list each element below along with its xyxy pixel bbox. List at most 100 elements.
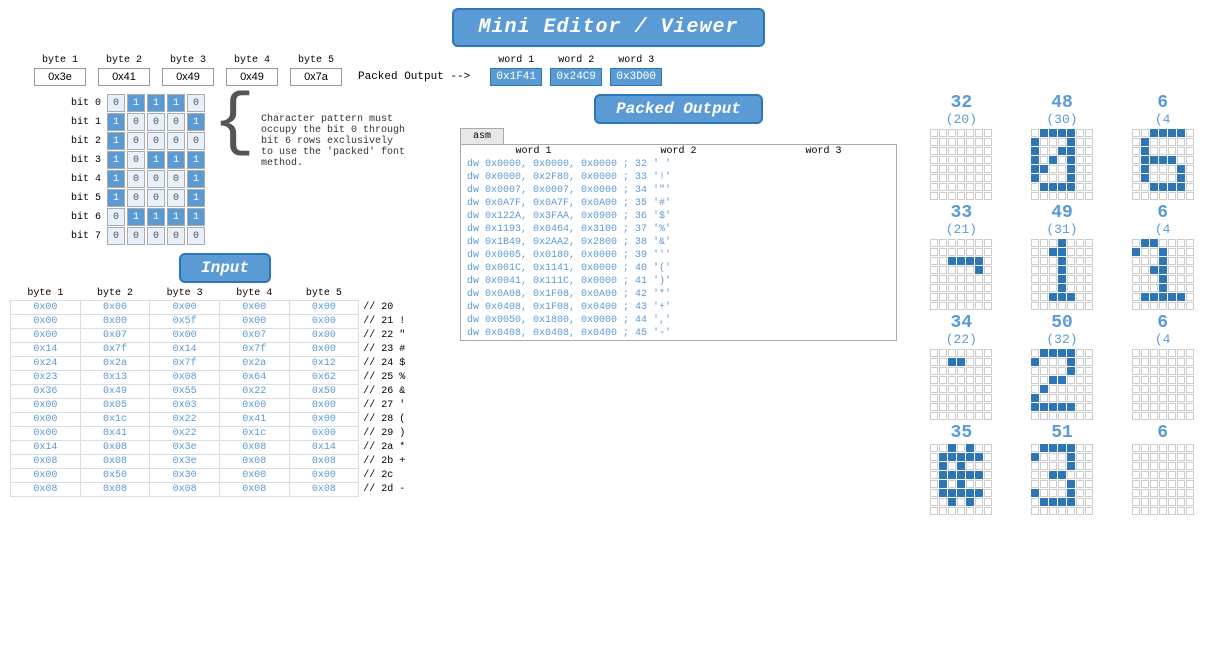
pixel-c10-r4-p0: [1031, 480, 1039, 488]
pixel-c1-r0-p0: [1031, 129, 1039, 137]
pixel-c10-r5-p0: [1031, 489, 1039, 497]
pixel-c0-r1-p4: [966, 138, 974, 146]
pixel-c5-r0-p3: [1159, 239, 1167, 247]
pixel-c8-r0-p1: [1141, 349, 1149, 357]
pixel-c10-r7-p6: [1085, 507, 1093, 515]
pixel-c5-r7-p0: [1132, 302, 1140, 310]
pixel-c8-r5-p5: [1177, 394, 1185, 402]
pixel-c6-r2-p0: [930, 367, 938, 375]
packed-table-row-8: dw 0x001C, 0x1141, 0x0000 ; 40 '(': [461, 262, 896, 275]
pixel-c10-r4-p2: [1049, 480, 1057, 488]
pixel-c10-r1-p2: [1049, 453, 1057, 461]
pixel-c6-r6-p6: [984, 403, 992, 411]
pixel-c2-r5-p6: [1186, 174, 1194, 182]
pixel-c5-r3-p3: [1159, 266, 1167, 274]
pixel-c5-r1-p5: [1177, 248, 1185, 256]
pixel-c8-r4-p0: [1132, 385, 1140, 393]
pixel-c4-r4-p4: [1067, 275, 1075, 283]
pixel-c7-r5-p1: [1040, 394, 1048, 402]
input-cell-r6-c1: 0x49: [80, 385, 150, 399]
input-table-row-8: 0x000x1c0x220x410x00// 28 (: [11, 413, 440, 427]
pixel-c10-r5-p2: [1049, 489, 1057, 497]
char-num-10: 51: [1051, 424, 1073, 442]
pixel-c1-r4-p4: [1067, 165, 1075, 173]
pixel-c1-r7-p4: [1067, 192, 1075, 200]
pixel-c1-r1-p3: [1058, 138, 1066, 146]
pixel-c10-r7-p4: [1067, 507, 1075, 515]
pixel-c3-r2-p3: [957, 257, 965, 265]
pixel-c2-r4-p3: [1159, 165, 1167, 173]
input-cell-r1-c1: 0x00: [80, 315, 150, 329]
pixel-c7-r5-p2: [1049, 394, 1057, 402]
pixel-c3-r7-p1: [939, 302, 947, 310]
pixel-c10-r5-p6: [1085, 489, 1093, 497]
pixel-c1-r2-p6: [1085, 147, 1093, 155]
input-cell-r4-c1: 0x2a: [80, 357, 150, 371]
bit-row-label-6: bit 6: [70, 212, 105, 223]
byte-input-1[interactable]: [34, 68, 86, 86]
input-comment-11: // 2b +: [359, 455, 440, 469]
byte-input-2[interactable]: [98, 68, 150, 86]
pixel-c0-r1-p2: [948, 138, 956, 146]
pixel-c4-r0-p3: [1058, 239, 1066, 247]
pixel-c4-r3-p2: [1049, 266, 1057, 274]
pixel-c4-r0-p1: [1040, 239, 1048, 247]
packed-cell-6: dw 0x1B49, 0x2AA2, 0x2800 ; 38 '&': [461, 236, 896, 249]
pixel-c9-r5-p4: [966, 489, 974, 497]
pixel-c0-r7-p4: [966, 192, 974, 200]
pixel-c9-r0-p1: [939, 444, 947, 452]
byte-input-3[interactable]: [162, 68, 214, 86]
bit-cell-r7-c1: 0: [127, 227, 145, 245]
pixel-c6-r7-p1: [939, 412, 947, 420]
right-panel: Packed Output asm word 1 word 2 word 3 d…: [450, 90, 907, 645]
input-cell-r8-c3: 0x41: [219, 413, 289, 427]
pixel-c3-r2-p1: [939, 257, 947, 265]
char-num-7: 50: [1051, 314, 1073, 332]
bit-cell-r6-c4: 1: [187, 208, 205, 226]
pixel-c7-r0-p3: [1058, 349, 1066, 357]
packed-table-row-5: dw 0x1193, 0x0464, 0x3100 ; 37 '%': [461, 223, 896, 236]
pixel-c11-r0-p1: [1141, 444, 1149, 452]
pixel-c1-r7-p3: [1058, 192, 1066, 200]
byte-input-5[interactable]: [290, 68, 342, 86]
pixel-c10-r1-p1: [1040, 453, 1048, 461]
pixel-c9-r6-p3: [957, 498, 965, 506]
pixel-c3-r5-p4: [966, 284, 974, 292]
pixel-c5-r5-p4: [1168, 284, 1176, 292]
pixel-c10-r3-p3: [1058, 471, 1066, 479]
input-cell-r6-c4: 0x50: [289, 385, 359, 399]
pixel-c5-r5-p2: [1150, 284, 1158, 292]
pixel-c2-r7-p2: [1150, 192, 1158, 200]
char-preview-4: 49(31): [1014, 204, 1111, 310]
pixel-c11-r3-p2: [1150, 471, 1158, 479]
pixel-c5-r1-p4: [1168, 248, 1176, 256]
char-grid-2: [1132, 129, 1194, 200]
pixel-c11-r2-p5: [1177, 462, 1185, 470]
input-cell-r5-c2: 0x08: [150, 371, 220, 385]
asm-tab[interactable]: asm: [460, 128, 504, 144]
pixel-c3-r3-p2: [948, 266, 956, 274]
pixel-c10-r6-p2: [1049, 498, 1057, 506]
pixel-c4-r5-p0: [1031, 284, 1039, 292]
pixel-c7-r0-p0: [1031, 349, 1039, 357]
word-value-2: 0x24C9: [550, 68, 602, 86]
byte-input-4[interactable]: [226, 68, 278, 86]
pixel-c5-r7-p5: [1177, 302, 1185, 310]
pixel-c9-r2-p1: [939, 462, 947, 470]
pixel-c11-r3-p3: [1159, 471, 1167, 479]
pixel-c10-r7-p2: [1049, 507, 1057, 515]
pixel-c11-r5-p2: [1150, 489, 1158, 497]
char-preview-6: 34(22): [913, 314, 1010, 420]
pixel-c7-r3-p0: [1031, 376, 1039, 384]
pixel-c2-r3-p1: [1141, 156, 1149, 164]
pixel-c6-r0-p3: [957, 349, 965, 357]
pixel-c1-r4-p6: [1085, 165, 1093, 173]
pixel-c4-r4-p2: [1049, 275, 1057, 283]
input-table-row-2: 0x000x070x000x070x00// 22 ": [11, 329, 440, 343]
pixel-c11-r4-p3: [1159, 480, 1167, 488]
pixel-c5-r0-p6: [1186, 239, 1194, 247]
pixel-c8-r1-p0: [1132, 358, 1140, 366]
pixel-c9-r6-p6: [984, 498, 992, 506]
pixel-c2-r0-p3: [1159, 129, 1167, 137]
pixel-c3-r4-p6: [984, 275, 992, 283]
